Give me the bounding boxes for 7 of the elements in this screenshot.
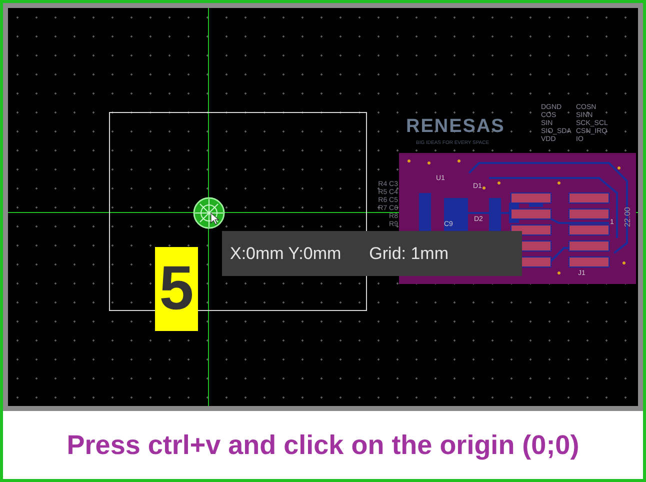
logo-text: RENESAS: [406, 117, 505, 137]
dimension-label: 22.00: [624, 206, 632, 228]
step-number-badge: 5: [155, 247, 198, 331]
instruction-caption: Press ctrl+v and click on the origin (0;0): [66, 428, 580, 462]
origin-marker-icon[interactable]: [192, 196, 226, 230]
coordinates-text: X:0mm Y:0mm: [230, 242, 342, 265]
grid-size-text: Grid: 1mm: [369, 242, 448, 265]
